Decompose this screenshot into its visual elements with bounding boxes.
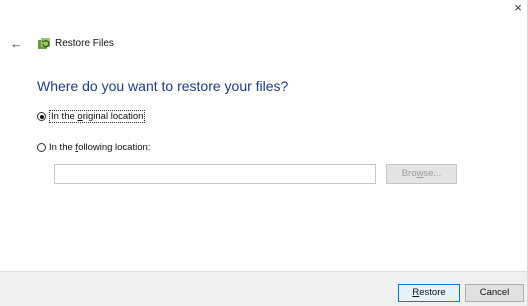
dialog-footer: Restore Cancel bbox=[0, 271, 527, 306]
browse-button[interactable]: Browse... bbox=[386, 164, 457, 184]
radio-original-location[interactable]: In the original location bbox=[37, 110, 146, 123]
back-arrow-icon[interactable]: ← bbox=[10, 36, 26, 52]
radio-label-original-location: In the original location bbox=[49, 110, 146, 123]
radio-following-location[interactable]: In the following location: bbox=[37, 142, 150, 153]
location-path-input[interactable] bbox=[54, 164, 376, 184]
radio-button-unchecked[interactable] bbox=[37, 143, 46, 152]
page-heading: Where do you want to restore your files? bbox=[37, 78, 289, 94]
window-title: Restore Files bbox=[55, 38, 114, 49]
restore-files-window: × ← Restore Files Where do you want to r… bbox=[0, 0, 528, 306]
radio-label-following-location: In the following location: bbox=[49, 142, 151, 153]
close-icon[interactable]: × bbox=[509, 0, 527, 18]
cancel-button[interactable]: Cancel bbox=[465, 284, 524, 302]
restore-button[interactable]: Restore bbox=[398, 284, 460, 302]
restore-files-icon bbox=[37, 37, 51, 51]
radio-button-checked[interactable] bbox=[37, 112, 46, 121]
